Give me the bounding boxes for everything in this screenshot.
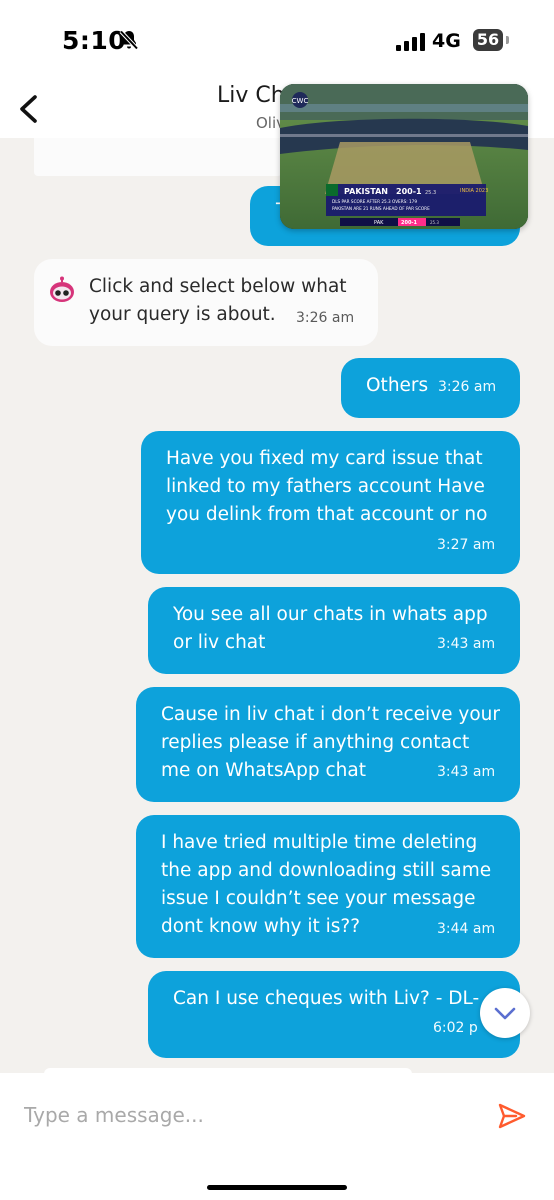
message-time: 3:27 am	[437, 537, 496, 553]
message-time: 3:26 am	[438, 379, 497, 395]
svg-text:CWC: CWC	[292, 97, 309, 105]
partial-incoming-bubble	[34, 138, 282, 176]
message-text: Others	[366, 375, 429, 396]
tournament-logo-text: INDIA 2023	[460, 188, 488, 194]
message-time: 3:43 am	[437, 636, 496, 652]
scroll-to-bottom-button[interactable]	[480, 988, 530, 1038]
message-time: 3:43 am	[437, 764, 496, 780]
battery-indicator: 56	[473, 29, 503, 51]
outgoing-message: Have you fixed my card issue that linked…	[141, 431, 520, 574]
cricket-broadcast-frame: CWC PAKISTAN 200-1 25.3 INDIA 2023 DLS P…	[280, 84, 528, 229]
cellular-signal-icon	[396, 33, 426, 51]
mini-score: 200-1	[401, 220, 418, 226]
battery-cap	[506, 36, 509, 44]
status-bar: 5:10 4G 56	[0, 0, 554, 80]
bot-avatar-icon	[50, 276, 74, 302]
outgoing-message: Others 3:26 am	[341, 358, 520, 418]
message-text: Have you fixed my card issue that linked…	[166, 448, 488, 525]
outgoing-message: Cause in liv chat i don’t receive your r…	[136, 687, 520, 802]
message-input[interactable]	[24, 1100, 464, 1130]
network-type: 4G	[432, 30, 461, 52]
par-score-line: DLS PAR SCORE AFTER 25.3 OVERS: 179	[332, 199, 417, 204]
score-overs: 25.3	[425, 190, 436, 196]
home-indicator	[207, 1185, 347, 1190]
message-time: 3:26 am	[296, 310, 355, 326]
chevron-left-icon[interactable]	[8, 88, 48, 130]
page-title: Liv Ch	[217, 83, 285, 108]
picture-in-picture-video[interactable]: CWC PAKISTAN 200-1 25.3 INDIA 2023 DLS P…	[280, 84, 528, 229]
message-text: Can I use cheques with Liv? - DL-	[173, 988, 480, 1009]
outgoing-message: I have tried multiple time deleting the …	[136, 815, 520, 958]
mini-overs: 25.3	[430, 220, 439, 225]
ahead-of-par-line: PAKISTAN ARE 21 RUNS AHEAD OF PAR SCORE	[332, 206, 430, 211]
message-composer	[0, 1073, 554, 1200]
message-time: 6:02 p	[433, 1020, 478, 1036]
outgoing-message: You see all our chats in whats app or li…	[148, 587, 520, 674]
outgoing-message: Can I use cheques with Liv? - DL- 6:02 p	[148, 971, 520, 1058]
message-time: 3:44 am	[437, 921, 496, 937]
score-team: PAKISTAN	[344, 187, 388, 196]
send-icon[interactable]	[496, 1100, 528, 1132]
bell-slash-icon	[119, 30, 139, 50]
chevron-down-icon	[494, 1007, 516, 1020]
incoming-message: Click and select below what your query i…	[34, 259, 378, 346]
mini-team: PAK	[374, 220, 384, 226]
score-value: 200-1	[396, 187, 422, 196]
